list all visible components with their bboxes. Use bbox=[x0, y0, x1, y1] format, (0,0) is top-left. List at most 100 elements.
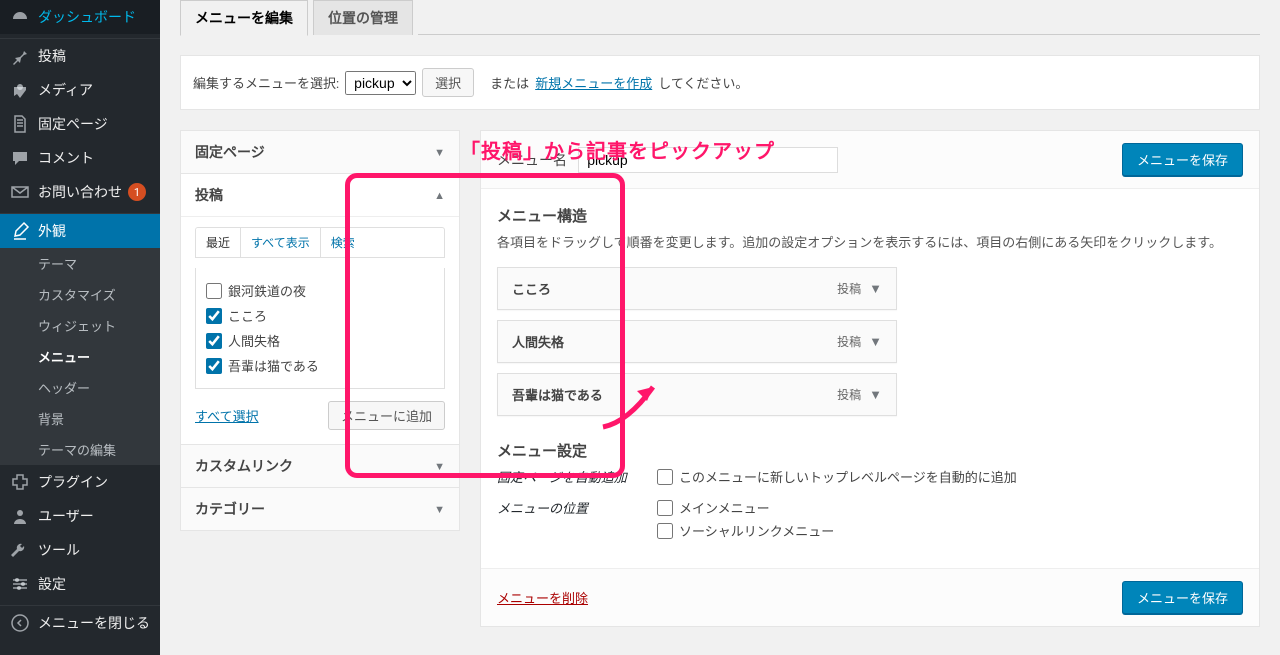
envelope-icon bbox=[10, 182, 30, 202]
location-checkbox[interactable] bbox=[657, 523, 673, 539]
setting-location-label: メニューの位置 bbox=[497, 498, 637, 517]
admin-sidebar: ダッシュボード 投稿 メディア 固定ページ コメント お問い合わせ1 外観 テー… bbox=[0, 0, 160, 655]
subtab-recent[interactable]: 最近 bbox=[196, 228, 241, 258]
caret-down-icon: ▼ bbox=[434, 146, 445, 159]
select-all-link[interactable]: すべて選択 bbox=[195, 406, 259, 425]
tab-manage-locations[interactable]: 位置の管理 bbox=[313, 0, 413, 35]
brush-icon bbox=[10, 221, 30, 241]
location-checkbox[interactable] bbox=[657, 500, 673, 516]
sidebar-item-users[interactable]: ユーザー bbox=[0, 499, 160, 533]
structure-title: メニュー構造 bbox=[497, 205, 1243, 226]
submenu-menus[interactable]: メニュー bbox=[0, 341, 160, 372]
choose-button[interactable]: 選択 bbox=[422, 68, 474, 97]
sidebar-item-media[interactable]: メディア bbox=[0, 73, 160, 107]
menu-structure-item[interactable]: こころ 投稿 ▼ bbox=[497, 267, 897, 310]
dashboard-icon bbox=[10, 7, 30, 27]
post-checkbox[interactable] bbox=[206, 358, 222, 374]
menu-name-input[interactable] bbox=[578, 147, 838, 173]
sidebar-label: 投稿 bbox=[38, 46, 66, 66]
location-option[interactable]: メインメニュー bbox=[657, 498, 834, 517]
sidebar-item-comments[interactable]: コメント bbox=[0, 141, 160, 175]
selector-or: または bbox=[490, 73, 529, 92]
option-label: このメニューに新しいトップレベルページを自動的に追加 bbox=[679, 467, 1017, 486]
sidebar-label: 固定ページ bbox=[38, 114, 108, 134]
sidebar-item-dashboard[interactable]: ダッシュボード bbox=[0, 0, 160, 34]
subtab-search[interactable]: 検索 bbox=[321, 228, 365, 257]
submenu-themes[interactable]: テーマ bbox=[0, 248, 160, 279]
post-checkbox[interactable] bbox=[206, 333, 222, 349]
post-item[interactable]: こころ bbox=[206, 303, 434, 328]
save-menu-button-top[interactable]: メニューを保存 bbox=[1122, 143, 1243, 176]
auto-add-checkbox[interactable] bbox=[657, 469, 673, 485]
submenu-header[interactable]: ヘッダー bbox=[0, 372, 160, 403]
pin-icon bbox=[10, 46, 30, 66]
menu-item-type: 投稿 bbox=[837, 280, 861, 297]
post-item[interactable]: 吾輩は猫である bbox=[206, 353, 434, 378]
menu-item-type: 投稿 bbox=[837, 386, 861, 403]
nav-tabs: メニューを編集 位置の管理 bbox=[180, 0, 1260, 35]
sidebar-label: メニューを閉じる bbox=[38, 613, 150, 633]
sidebar-label: 外観 bbox=[38, 221, 66, 241]
option-label: メインメニュー bbox=[679, 498, 770, 517]
menu-edit-panel: メニュー名 メニューを保存 メニュー構造 各項目をドラッグして順番を変更します。… bbox=[480, 130, 1260, 627]
accordion-pages[interactable]: 固定ページ▼ bbox=[181, 131, 459, 173]
settings-title: メニュー設定 bbox=[497, 440, 1243, 461]
tab-edit-menus[interactable]: メニューを編集 bbox=[180, 0, 308, 36]
menu-selector-bar: 編集するメニューを選択: pickup 選択 または 新規メニューを作成 してく… bbox=[180, 55, 1260, 110]
setting-auto-add-option[interactable]: このメニューに新しいトップレベルページを自動的に追加 bbox=[657, 467, 1017, 486]
wrench-icon bbox=[10, 540, 30, 560]
save-menu-button-bottom[interactable]: メニューを保存 bbox=[1122, 581, 1243, 614]
accordion-posts[interactable]: 投稿▲ bbox=[181, 174, 459, 217]
sidebar-item-pages[interactable]: 固定ページ bbox=[0, 107, 160, 141]
structure-description: 各項目をドラッグして順番を変更します。追加の設定オプションを表示するには、項目の… bbox=[497, 232, 1243, 251]
caret-down-icon[interactable]: ▼ bbox=[869, 334, 882, 350]
sidebar-label: お問い合わせ bbox=[38, 182, 122, 202]
sidebar-item-appearance[interactable]: 外観 bbox=[0, 214, 160, 248]
sidebar-label: コメント bbox=[38, 148, 94, 168]
menu-item-type: 投稿 bbox=[837, 333, 861, 350]
subtab-all[interactable]: すべて表示 bbox=[241, 228, 321, 257]
sidebar-label: ダッシュボード bbox=[38, 7, 136, 27]
submenu-background[interactable]: 背景 bbox=[0, 403, 160, 434]
selector-label: 編集するメニューを選択: bbox=[193, 73, 339, 92]
sidebar-item-posts[interactable]: 投稿 bbox=[0, 39, 160, 73]
accordion-custom-links[interactable]: カスタムリンク ▼ bbox=[181, 445, 459, 487]
collapse-icon bbox=[10, 613, 30, 633]
menu-structure-item[interactable]: 吾輩は猫である 投稿 ▼ bbox=[497, 373, 897, 416]
metabox-column: 固定ページ▼ 投稿▲ 最近 すべて表示 検索 銀河鉄道の夜 こころ 人間失格 吾… bbox=[180, 130, 460, 531]
user-icon bbox=[10, 506, 30, 526]
submenu-customize[interactable]: カスタマイズ bbox=[0, 279, 160, 310]
caret-down-icon: ▼ bbox=[434, 460, 445, 473]
menu-item-title: 吾輩は猫である bbox=[512, 385, 837, 404]
post-list: 銀河鉄道の夜 こころ 人間失格 吾輩は猫である bbox=[195, 268, 445, 389]
post-checkbox[interactable] bbox=[206, 308, 222, 324]
sidebar-item-contact[interactable]: お問い合わせ1 bbox=[0, 175, 160, 209]
post-subtabs: 最近 すべて表示 検索 bbox=[195, 227, 445, 258]
accordion-title: カスタムリンク bbox=[195, 456, 293, 476]
menu-structure-item[interactable]: 人間失格 投稿 ▼ bbox=[497, 320, 897, 363]
add-to-menu-button[interactable]: メニューに追加 bbox=[328, 401, 445, 430]
accordion-title: 投稿 bbox=[195, 185, 223, 205]
caret-down-icon[interactable]: ▼ bbox=[869, 281, 882, 297]
accordion-categories[interactable]: カテゴリー ▼ bbox=[181, 488, 459, 530]
sidebar-item-tools[interactable]: ツール bbox=[0, 533, 160, 567]
sidebar-item-plugins[interactable]: プラグイン bbox=[0, 465, 160, 499]
sidebar-label: メディア bbox=[38, 80, 93, 100]
appearance-submenu: テーマ カスタマイズ ウィジェット メニュー ヘッダー 背景 テーマの編集 bbox=[0, 248, 160, 465]
post-checkbox[interactable] bbox=[206, 283, 222, 299]
post-item[interactable]: 銀河鉄道の夜 bbox=[206, 278, 434, 303]
location-option[interactable]: ソーシャルリンクメニュー bbox=[657, 521, 834, 540]
create-menu-link[interactable]: 新規メニューを作成 bbox=[535, 73, 652, 92]
accordion-title: カテゴリー bbox=[195, 499, 265, 519]
menu-select[interactable]: pickup bbox=[345, 71, 416, 95]
submenu-widgets[interactable]: ウィジェット bbox=[0, 310, 160, 341]
caret-down-icon[interactable]: ▼ bbox=[869, 387, 882, 403]
submenu-editor[interactable]: テーマの編集 bbox=[0, 434, 160, 465]
delete-menu-link[interactable]: メニューを削除 bbox=[497, 588, 588, 607]
post-item[interactable]: 人間失格 bbox=[206, 328, 434, 353]
setting-auto-add-label: 固定ページを自動追加 bbox=[497, 467, 637, 486]
sidebar-item-settings[interactable]: 設定 bbox=[0, 567, 160, 601]
caret-down-icon: ▼ bbox=[434, 503, 445, 516]
sidebar-label: ツール bbox=[38, 540, 80, 560]
sidebar-collapse[interactable]: メニューを閉じる bbox=[0, 606, 160, 640]
